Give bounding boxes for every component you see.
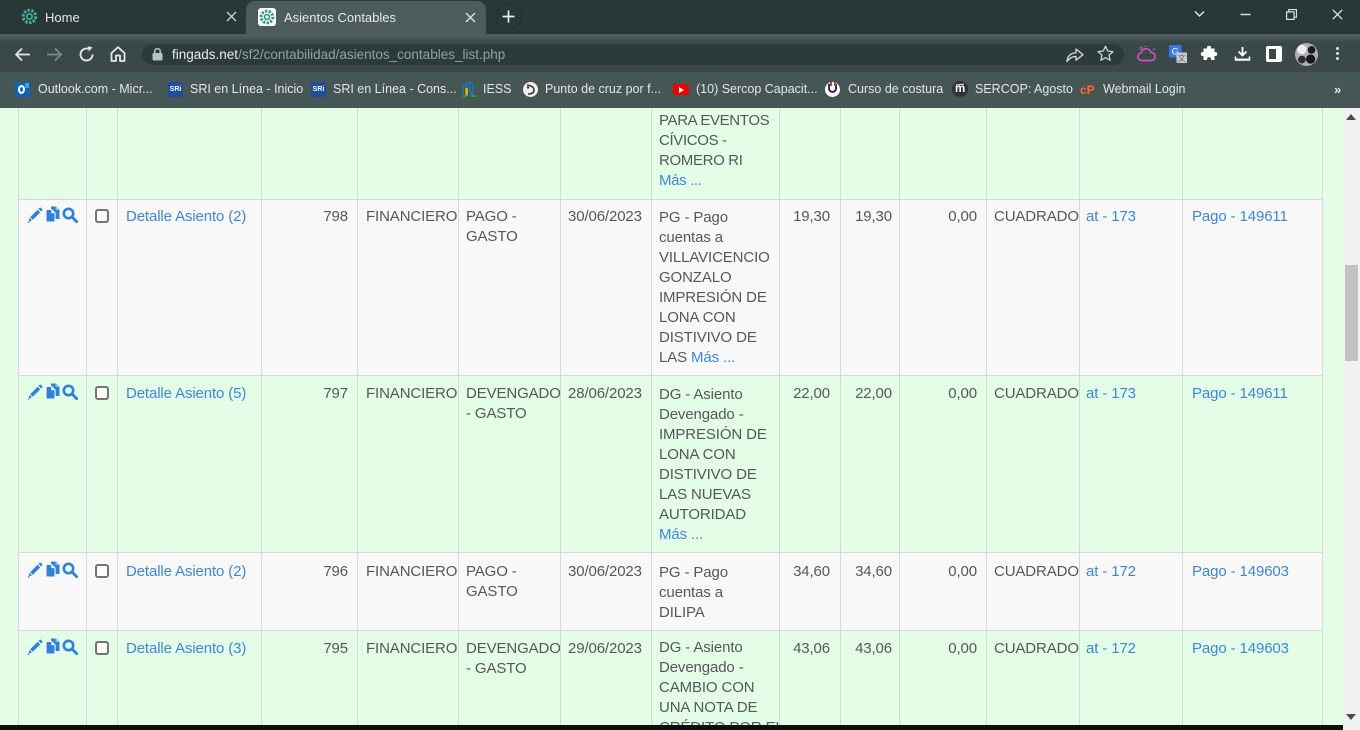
svg-text:文: 文 bbox=[1178, 53, 1186, 63]
